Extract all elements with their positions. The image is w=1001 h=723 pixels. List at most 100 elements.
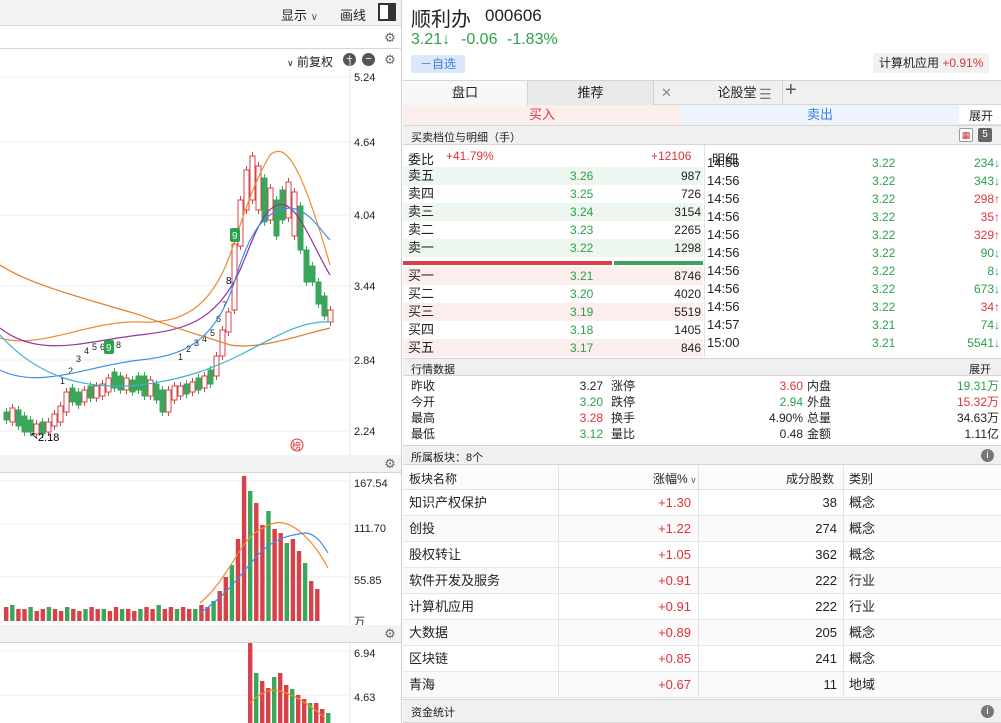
orderbook-row-bg bbox=[403, 185, 703, 203]
col-count[interactable]: 成分股数 bbox=[786, 470, 834, 487]
quote-expand-button[interactable]: 展开 bbox=[969, 361, 991, 377]
volume-bar bbox=[46, 607, 52, 621]
tick-volume: 8↓ bbox=[987, 264, 1000, 278]
orderbook-row[interactable]: 卖三 3.24 3154 bbox=[403, 203, 703, 221]
volume-bar bbox=[248, 491, 253, 621]
add-tab-icon[interactable]: + bbox=[785, 79, 797, 102]
trade-expand-button[interactable]: 展开 bbox=[969, 107, 993, 124]
candle-body bbox=[297, 205, 304, 251]
column-divider bbox=[558, 672, 559, 698]
volume-bar bbox=[65, 607, 70, 621]
candle-body bbox=[315, 281, 322, 305]
sector-count: 38 bbox=[822, 495, 837, 510]
col-pct[interactable]: 涨幅% ∨ bbox=[653, 470, 697, 487]
stock-price: 3.21↓ bbox=[411, 31, 451, 48]
orderbook-chart-icon[interactable]: ▦ bbox=[959, 128, 973, 142]
volume-bar bbox=[302, 563, 308, 621]
volume-tick: 111.70 bbox=[354, 523, 386, 535]
sector-row[interactable]: 创投 +1.22 274 概念 bbox=[403, 516, 1001, 542]
sector-chip[interactable]: 计算机应用 +0.91% bbox=[873, 53, 990, 73]
orderbook-row[interactable]: 买三 3.19 5519 bbox=[403, 303, 703, 321]
level-price: 3.19 bbox=[570, 305, 594, 319]
level-label: 卖三 bbox=[408, 204, 435, 219]
chart-subbar: ⚙ bbox=[0, 27, 401, 49]
sector-row[interactable]: 股权转让 +1.05 362 概念 bbox=[403, 542, 1001, 568]
volume-bar bbox=[101, 609, 106, 621]
tick-price: 3.22 bbox=[872, 246, 896, 260]
panel-toggle-icon[interactable] bbox=[378, 3, 396, 21]
kline-chart[interactable]: 123456781234567 5.244.644.043.442.842.24… bbox=[0, 60, 402, 455]
orderbook-row[interactable]: 买二 3.20 4020 bbox=[403, 285, 703, 303]
indicator-bar bbox=[314, 703, 319, 723]
sector-row[interactable]: 计算机应用 +0.91 222 行业 bbox=[403, 594, 1001, 620]
sector-row[interactable]: 知识产权保护 +1.30 38 概念 bbox=[403, 490, 1001, 516]
tab-pankou[interactable]: 盘口 bbox=[403, 81, 528, 105]
sequence-label: 8 bbox=[116, 340, 121, 350]
volume-settings-icon[interactable]: ⚙ bbox=[383, 457, 397, 471]
orderbook-row[interactable]: 买五 3.17 846 bbox=[403, 339, 703, 357]
volume-bar bbox=[223, 577, 228, 621]
tab-forum[interactable]: 论股堂 bbox=[679, 81, 795, 105]
volume-bar bbox=[83, 609, 88, 621]
orderbook-row[interactable]: 卖一 3.22 1298 bbox=[403, 239, 703, 257]
sector-row[interactable]: 软件开发及服务 +0.91 222 行业 bbox=[403, 568, 1001, 594]
chart-panel[interactable]: 显示 ∨ 画线 ⚙ ∨ 前复权 + − ⚙ 123456781234567 5.… bbox=[0, 0, 402, 723]
orderbook-level-badge[interactable]: 5 bbox=[978, 128, 992, 142]
settings-gear-icon[interactable]: ⚙ bbox=[383, 31, 397, 45]
menu-icon[interactable]: ☰ bbox=[759, 86, 772, 103]
info-icon[interactable]: i bbox=[981, 449, 994, 462]
tick-row: 15:00 3.21 5541↓ bbox=[705, 334, 1001, 352]
orderbook-row[interactable]: 买一 3.21 8746 bbox=[403, 267, 703, 285]
marker-badge: 9 bbox=[230, 228, 240, 242]
watchlist-button[interactable]: －自选 bbox=[411, 55, 465, 73]
quote-label: 量比 bbox=[611, 427, 636, 441]
column-divider bbox=[843, 620, 844, 646]
quote-title: 行情数据 bbox=[411, 364, 455, 376]
orderbook-row[interactable]: 卖二 3.23 2265 bbox=[403, 221, 703, 239]
buy-ratio-bar bbox=[614, 261, 703, 265]
level-price: 3.20 bbox=[570, 287, 594, 301]
tick-row: 14:56 3.22 35↑ bbox=[705, 208, 1001, 226]
col-type[interactable]: 类别 bbox=[849, 470, 873, 487]
tick-detail[interactable]: 明细 14:56 3.22 234↓ 14:56 3.22 343↓ 14:56 3.22 29… bbox=[704, 145, 1001, 357]
volume-bar bbox=[229, 565, 235, 621]
volume-chart[interactable]: 167.54 111.70 55.85 万 bbox=[0, 473, 402, 625]
display-menu[interactable]: 显示 ∨ bbox=[281, 5, 318, 24]
sector-name: 区块链 bbox=[409, 651, 449, 666]
funds-info-icon[interactable]: i bbox=[981, 705, 994, 718]
orderbook-row[interactable]: 卖四 3.25 726 bbox=[403, 185, 703, 203]
volume-tick: 167.54 bbox=[354, 478, 388, 490]
tick-volume: 35↑ bbox=[980, 210, 1000, 224]
tab-recommend[interactable]: 推荐 bbox=[528, 81, 654, 105]
column-divider bbox=[698, 620, 699, 646]
sector-row[interactable]: 青海 +0.67 11 地域 bbox=[403, 672, 1001, 698]
indicator-chart[interactable]: 6.94 4.63 bbox=[0, 643, 402, 723]
indicator-bar bbox=[248, 643, 253, 723]
column-divider bbox=[843, 594, 844, 620]
level-volume: 1298 bbox=[674, 241, 701, 255]
sector-count: 362 bbox=[815, 547, 837, 562]
indicator-settings-icon[interactable]: ⚙ bbox=[383, 627, 397, 641]
level-label: 买二 bbox=[408, 286, 435, 301]
draw-line-button[interactable]: 画线 bbox=[340, 5, 366, 24]
orderbook-row[interactable]: 卖五 3.26 987 bbox=[403, 167, 703, 185]
sector-pct: +1.30 bbox=[658, 495, 691, 510]
close-tab-icon[interactable]: ✕ bbox=[661, 85, 672, 101]
sector-row[interactable]: 区块链 +0.85 241 概念 bbox=[403, 646, 1001, 672]
volume-bar bbox=[187, 609, 192, 621]
weibi-diff: +12106 bbox=[651, 149, 692, 163]
tick-volume: 234↓ bbox=[973, 156, 1000, 170]
candle-body bbox=[9, 407, 16, 423]
sector-count: 205 bbox=[815, 625, 837, 640]
orderbook-row[interactable]: 买四 3.18 1405 bbox=[403, 321, 703, 339]
col-sector-name[interactable]: 板块名称 bbox=[409, 470, 457, 487]
sell-button[interactable]: 卖出 bbox=[681, 105, 959, 125]
volume-bar bbox=[284, 543, 289, 621]
buy-button[interactable]: 买入 bbox=[403, 105, 681, 125]
sector-pct: +0.91 bbox=[658, 599, 691, 614]
level-price: 3.21 bbox=[570, 269, 594, 283]
level-volume: 4020 bbox=[674, 287, 701, 301]
sector-row[interactable]: 大数据 +0.89 205 概念 bbox=[403, 620, 1001, 646]
stock-code: 000606 bbox=[485, 6, 542, 25]
column-divider bbox=[558, 620, 559, 646]
